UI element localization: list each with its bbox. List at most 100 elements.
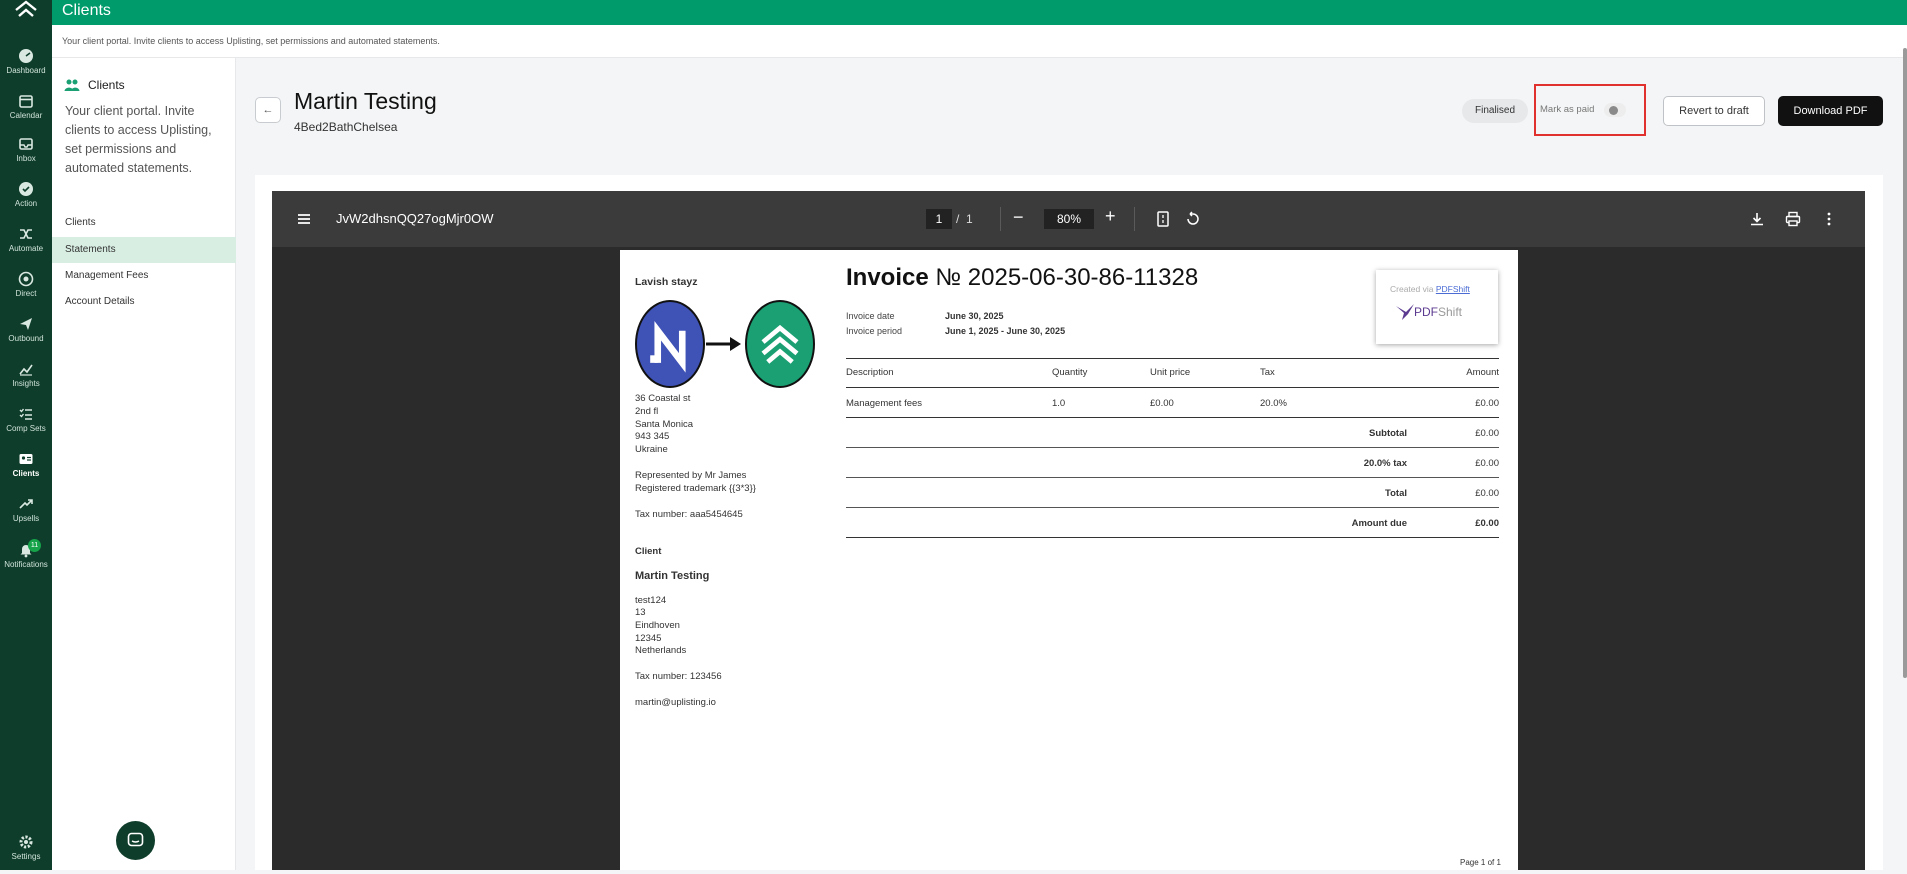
uplisting-logo-icon[interactable] [12,0,40,20]
created-via-text: Created via [1390,284,1434,294]
company-address-line: 36 Coastal st [635,393,691,404]
rail-label: Notifications [4,560,48,569]
rail-item-automate[interactable]: Automate [0,226,52,266]
pdfshift-link[interactable]: PDFShift [1436,284,1470,294]
page-count: / 1 [956,212,973,226]
rail-item-upsells[interactable]: Upsells [0,496,52,536]
company-address-line: Ukraine [635,444,668,455]
col-quantity: Quantity [1052,367,1088,378]
rail-label: Settings [11,852,41,861]
rotate-icon[interactable] [1184,210,1202,228]
page-scrollbar[interactable] [1903,48,1907,678]
direct-icon [18,271,34,287]
upsells-icon [19,499,33,509]
table-rule [846,537,1499,538]
registered-trademark: Registered trademark {{3*3}} [635,483,756,494]
zoom-out-button[interactable]: − [1013,207,1024,228]
download-pdf-button[interactable]: Download PDF [1778,96,1883,126]
client-email: martin@uplisting.io [635,697,716,708]
rail-item-outbound[interactable]: Outbound [0,316,52,356]
rail-item-action[interactable]: Action [0,181,52,221]
rail-label: Inbox [16,154,36,163]
rail-label: Outbound [8,334,44,343]
inbox-icon [19,138,33,150]
side-panel-title: Clients [88,78,125,92]
people-icon [64,79,80,91]
rail-item-comp-sets[interactable]: Comp Sets [0,406,52,446]
side-link-management-fees[interactable]: Management Fees [52,263,236,289]
dashboard-icon [19,49,33,63]
row-description: Management fees [846,398,923,409]
page-description-bar: Your client portal. Invite clients to ac… [52,25,1907,58]
pdf-file-name: JvW2dhsnQQ27ogMjr0OW [336,211,494,226]
tax-value: £0.00 [1475,458,1499,469]
more-options-icon[interactable] [1820,210,1838,228]
comp-sets-icon [19,408,32,420]
client-address-line: Eindhoven [635,620,680,631]
insights-icon [19,364,33,376]
mark-paid-label: Mark as paid [1540,104,1595,115]
back-button[interactable]: ← [255,97,281,123]
pdfshift-brand: PDFShift [1414,305,1462,319]
rail-label: Automate [8,244,44,253]
rail-item-direct[interactable]: Direct [0,271,52,311]
download-icon[interactable] [1748,210,1766,228]
invoice-title-word: Invoice [846,264,929,291]
company-address-line: Santa Monica [635,419,694,430]
amount-due-value: £0.00 [1475,518,1499,529]
rail-item-clients[interactable]: Clients [0,451,52,491]
rail-item-inbox[interactable]: Inbox [0,136,52,176]
uplisting-logo [745,300,815,388]
left-nav-rail: Dashboard Calendar Inbox Action Automate… [0,0,52,870]
rail-item-settings[interactable]: Settings [0,834,52,874]
page-footer: Page 1 of 1 [1460,858,1501,867]
company-address-line: 943 345 [635,431,670,442]
client-heading: Client [635,546,662,557]
menu-icon[interactable] [295,210,313,228]
company-tax-number: Tax number: aaa5454645 [635,509,743,520]
table-rule [846,447,1499,448]
property-name: 4Bed2BathChelsea [294,120,398,134]
rail-label: Insights [12,379,40,388]
total-value: £0.00 [1475,488,1499,499]
toolbar-divider [1134,207,1135,231]
row-amount: £0.00 [1475,398,1499,409]
clients-icon [19,454,33,464]
invoice-period: June 1, 2025 - June 30, 2025 [945,326,1066,336]
client-address-line: 12345 [635,633,662,644]
side-link-account-details[interactable]: Account Details [52,289,236,315]
side-link-clients[interactable]: Clients [52,210,236,236]
invoice-title: Invoice № 2025-06-30-86-11328 [846,264,1198,292]
rail-item-notifications[interactable]: 11 Notifications [0,539,52,582]
total-pages: 1 [966,212,973,226]
col-unit-price: Unit price [1150,367,1191,378]
company-name: Lavish stayz [635,276,698,288]
zoom-level-input[interactable]: 80% [1044,209,1094,229]
print-icon[interactable] [1784,210,1802,228]
table-rule [846,507,1499,508]
rail-label: Dashboard [6,66,46,75]
table-rule [846,358,1499,359]
notification-count-badge: 11 [28,539,41,552]
page-number-input[interactable]: 1 [926,209,952,229]
calendar-icon [19,95,33,108]
side-link-statements[interactable]: Statements [52,237,236,263]
revert-to-draft-button[interactable]: Revert to draft [1663,96,1765,126]
rail-item-insights[interactable]: Insights [0,361,52,401]
rail-label: Comp Sets [6,424,46,433]
chat-launcher-button[interactable] [116,821,155,860]
fit-page-icon[interactable] [1154,210,1172,228]
mark-paid-toggle[interactable] [1604,103,1626,117]
invoice-period-label: Invoice period [846,326,903,336]
col-tax: Tax [1260,367,1275,378]
invoice-client-name: Martin Testing [635,570,710,582]
rail-item-dashboard[interactable]: Dashboard [0,48,52,88]
created-via: Created via PDFShift [1390,284,1470,294]
client-address-line: Netherlands [635,645,687,656]
rail-item-calendar[interactable]: Calendar [0,93,52,133]
zoom-in-button[interactable]: + [1105,206,1116,227]
chat-icon [127,832,144,847]
outbound-icon [20,318,32,330]
client-tax-number: Tax number: 123456 [635,671,722,682]
action-icon [19,182,33,196]
